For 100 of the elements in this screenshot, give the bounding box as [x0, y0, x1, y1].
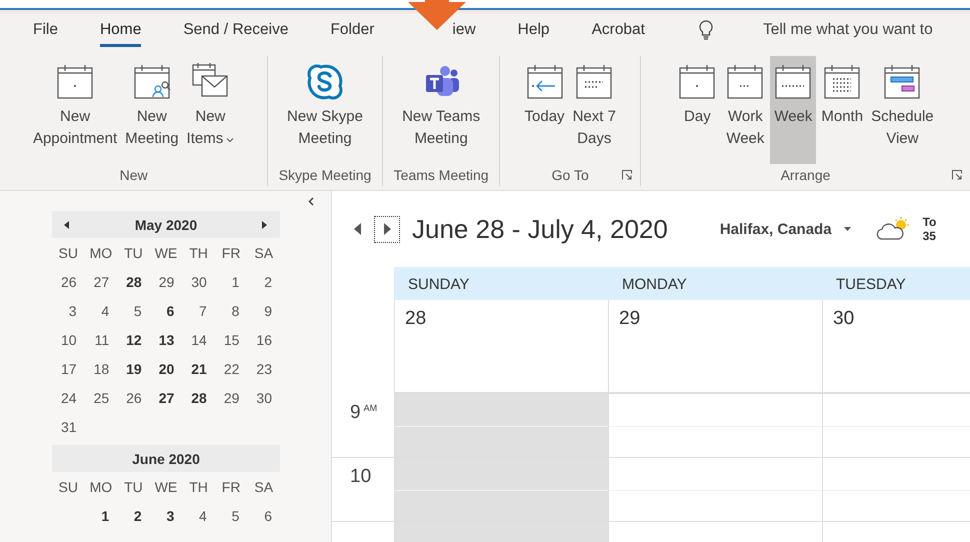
weekday-label: TU	[123, 244, 144, 260]
day-cell[interactable]: 28	[117, 274, 150, 290]
day-cell[interactable]: 12	[117, 332, 150, 348]
day-cell[interactable]: 2	[117, 508, 150, 524]
dialog-launcher-icon[interactable]	[622, 170, 632, 180]
day-cell[interactable]: 29	[214, 390, 248, 406]
day-cell[interactable]: 14	[182, 332, 215, 348]
previous-icon[interactable]	[354, 223, 362, 235]
ribbon-button[interactable]: Schedule View	[868, 56, 937, 164]
day-cell[interactable]: 23	[247, 360, 280, 376]
day-header: TUESDAY	[822, 267, 970, 300]
day-cell[interactable]: 30	[247, 390, 280, 406]
menu-tab[interactable]: iew	[452, 14, 476, 46]
collapse-icon[interactable]	[308, 197, 314, 206]
day-header: SUNDAY	[394, 267, 608, 300]
day-cell[interactable]: 5	[117, 302, 150, 318]
day-cell[interactable]: 20	[150, 360, 182, 376]
day-cell[interactable]: 26	[52, 274, 85, 290]
day-cell[interactable]: 18	[84, 360, 118, 376]
day-cell[interactable]: 7	[182, 302, 215, 318]
day-cell[interactable]: 4	[182, 508, 215, 524]
ribbon-button[interactable]: New Items	[184, 56, 238, 164]
time-slot[interactable]	[608, 394, 822, 458]
time-slot[interactable]	[608, 458, 822, 522]
ribbon-button[interactable]: Month	[818, 56, 866, 164]
weekday-label: FR	[220, 478, 242, 494]
date-number: 29	[619, 308, 640, 329]
weekday-label: TH	[188, 244, 209, 260]
day-cell[interactable]: 5	[214, 508, 248, 524]
day-header: MONDAY	[608, 267, 822, 300]
menu-tab[interactable]: File	[33, 14, 58, 46]
ribbon-button[interactable]: New Appointment	[30, 56, 120, 164]
ribbon-button[interactable]: New Meeting	[122, 56, 182, 164]
ribbon-button[interactable]: Today	[522, 56, 568, 164]
day-cell[interactable]: 26	[117, 390, 150, 406]
day-cell[interactable]: 10	[52, 332, 85, 348]
day-cell[interactable]: 17	[52, 360, 85, 376]
menu-tab[interactable]: Acrobat	[592, 14, 645, 46]
day-cell[interactable]: 28	[182, 390, 215, 406]
weekday-label: WE	[154, 244, 178, 260]
weekday-label: SU	[58, 478, 79, 494]
month-title: May 2020	[134, 216, 198, 232]
day-cell[interactable]: 2	[247, 274, 280, 290]
weather-text: To	[922, 215, 936, 229]
ribbon-button[interactable]: Next 7 Days	[570, 56, 619, 164]
day-cell[interactable]: 9	[247, 302, 280, 318]
location-dropdown[interactable]: Halifax, Canada	[720, 220, 851, 238]
cloud-sun-icon	[874, 217, 911, 241]
weekday-label: MO	[88, 478, 114, 494]
day-cell[interactable]: 6	[247, 508, 280, 524]
menu-tab[interactable]: Folder	[330, 14, 374, 46]
menu-tab[interactable]: Home	[100, 14, 142, 46]
weekday-label: MO	[88, 244, 114, 260]
day-cell[interactable]: 25	[84, 390, 118, 406]
hour-label: 9$^{AM}$	[350, 402, 378, 423]
day-cell[interactable]: 30	[182, 274, 215, 290]
day-cell[interactable]: 13	[150, 332, 182, 348]
weekday-label: TH	[188, 478, 209, 494]
menu-tab[interactable]: Help	[518, 14, 550, 46]
day-cell[interactable]: 1	[214, 274, 248, 290]
day-cell[interactable]: 1	[84, 508, 118, 524]
day-cell[interactable]: 21	[182, 360, 215, 376]
weekday-label: WE	[154, 478, 178, 494]
day-cell[interactable]: 27	[84, 274, 118, 290]
time-slot[interactable]	[394, 394, 608, 458]
day-cell[interactable]: 29	[150, 274, 182, 290]
day-cell[interactable]: 6	[150, 302, 182, 318]
day-cell[interactable]: 19	[117, 360, 150, 376]
previous-icon[interactable]	[64, 220, 70, 228]
ribbon-button[interactable]: Week	[770, 56, 816, 164]
group-label: Go To	[552, 167, 589, 183]
day-cell[interactable]: 3	[52, 302, 85, 318]
weekday-label: SA	[253, 244, 274, 260]
day-cell[interactable]: 22	[214, 360, 248, 376]
next-button[interactable]	[374, 216, 400, 242]
day-cell[interactable]: 15	[214, 332, 248, 348]
day-cell[interactable]: 3	[150, 508, 182, 524]
day-cell[interactable]: 31	[52, 418, 85, 434]
date-range-title: June 28 - July 4, 2020	[412, 214, 668, 244]
day-cell[interactable]: 16	[247, 332, 280, 348]
ribbon-button[interactable]: Day	[674, 56, 720, 164]
group-label: Skype Meeting	[278, 167, 372, 183]
day-cell[interactable]: 8	[214, 302, 248, 318]
date-number: 30	[833, 308, 854, 329]
month-title: June 2020	[132, 450, 200, 466]
dialog-launcher-icon[interactable]	[952, 170, 962, 180]
next-icon[interactable]	[262, 220, 268, 228]
day-cell[interactable]: 11	[84, 332, 118, 348]
day-cell[interactable]: 27	[150, 390, 182, 406]
group-label: New	[120, 167, 148, 183]
ribbon-button[interactable]: New Teams Meeting	[399, 56, 484, 164]
group-label: Teams Meeting	[394, 167, 489, 183]
ribbon-button[interactable]: New Skype Meeting	[284, 56, 366, 164]
day-cell[interactable]: 4	[84, 302, 118, 318]
weekday-label: FR	[220, 244, 242, 260]
menu-tab[interactable]: Send / Receive	[183, 14, 288, 46]
day-cell[interactable]: 24	[52, 390, 85, 406]
next-icon	[383, 222, 391, 234]
search-field[interactable]: Tell me what you want to	[762, 21, 933, 39]
ribbon-button[interactable]: Work Week	[722, 56, 768, 164]
